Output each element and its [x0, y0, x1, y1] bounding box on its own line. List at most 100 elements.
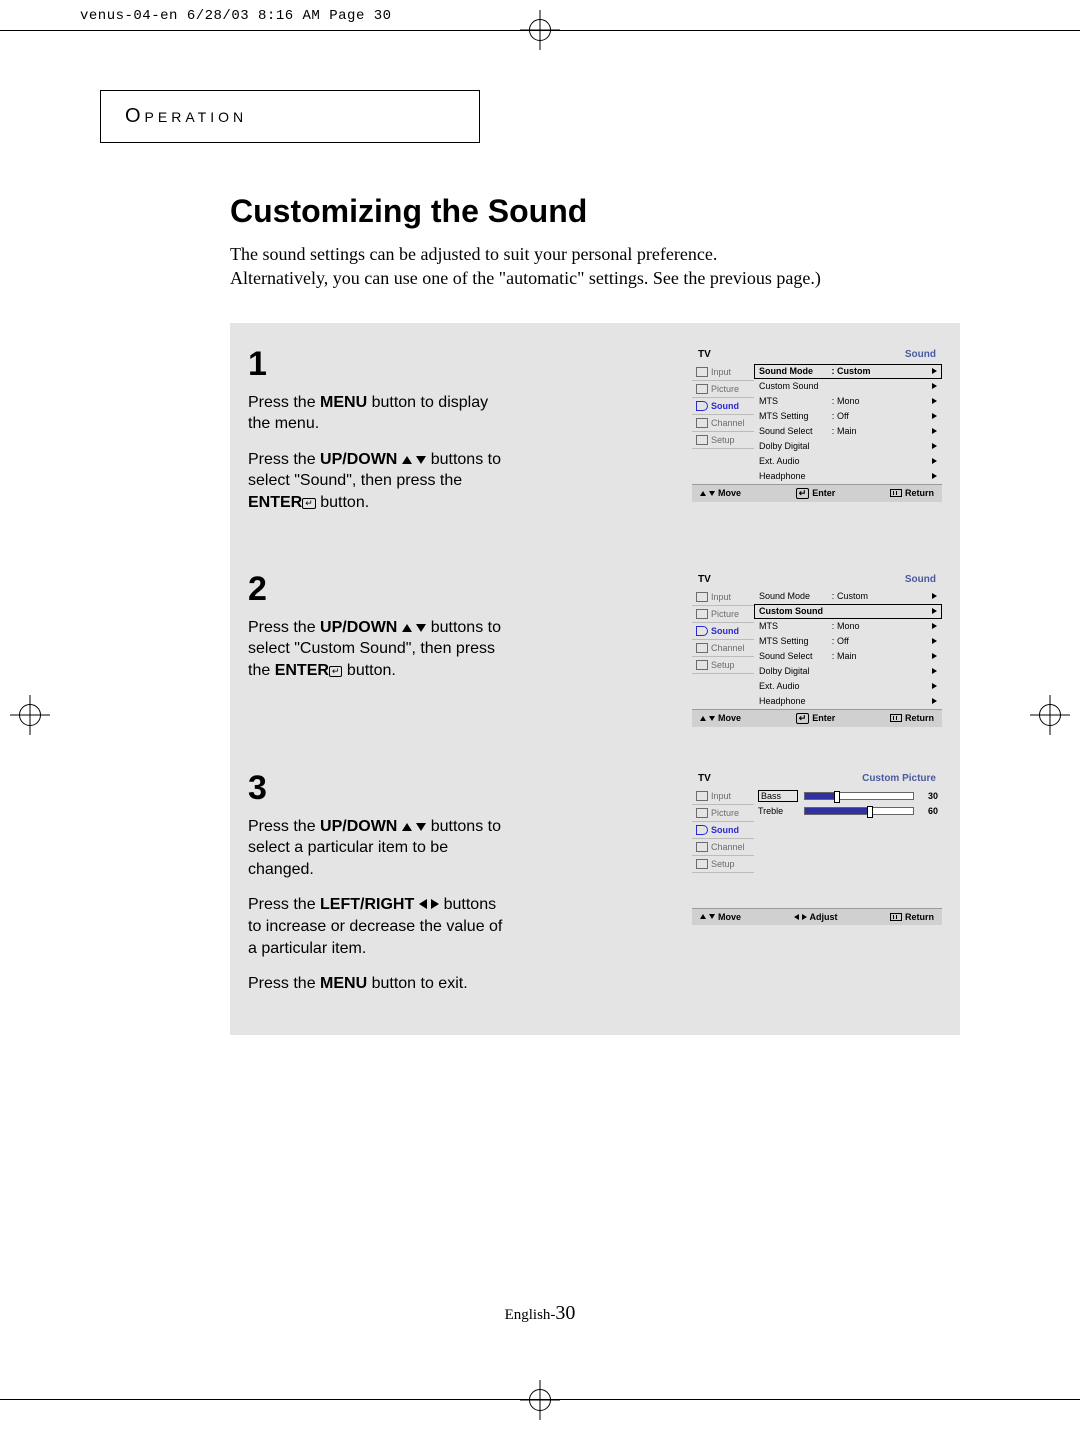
- right-triangle-icon: [932, 638, 937, 644]
- input-icon: [696, 791, 708, 801]
- osd-menu-row: Ext. Audio: [754, 454, 942, 469]
- step-number: 3: [248, 769, 508, 808]
- right-triangle-icon: [932, 383, 937, 389]
- osd-menu-row: Headphone: [754, 694, 942, 709]
- up-triangle-icon: [402, 624, 412, 632]
- return-icon: [890, 913, 902, 921]
- osd-side-item: Input: [692, 589, 754, 606]
- right-triangle-icon: [932, 368, 937, 374]
- up-triangle-icon: [402, 823, 412, 831]
- down-triangle-icon: [709, 914, 715, 919]
- registration-mark-right: [1030, 695, 1070, 735]
- right-triangle-icon: [932, 698, 937, 704]
- page-title: Customizing the Sound: [230, 193, 960, 230]
- osd-menu-row: Sound Select:Main: [754, 424, 942, 439]
- enter-icon: ↵: [302, 498, 316, 509]
- step-number: 1: [248, 345, 508, 384]
- osd-slider-row: Treble60: [754, 804, 942, 818]
- input-icon: [696, 592, 708, 602]
- osd-tv-label: TV: [698, 574, 711, 585]
- print-slug: venus-04-en 6/28/03 8:16 AM Page 30: [80, 8, 392, 24]
- return-icon: [890, 489, 902, 497]
- osd-menu-row: MTS Setting:Off: [754, 634, 942, 649]
- osd-side-item: Input: [692, 364, 754, 381]
- section-box: Operation: [100, 90, 480, 143]
- enter-icon: ↵: [329, 666, 343, 677]
- right-triangle-icon: [802, 914, 807, 920]
- step-instructions: Press the UP/DOWN buttons to select "Cus…: [248, 617, 508, 682]
- right-triangle-icon: [932, 428, 937, 434]
- page-footer: English-30: [60, 1302, 1020, 1325]
- step-number: 2: [248, 570, 508, 609]
- down-triangle-icon: [416, 624, 426, 632]
- osd-side-item: Input: [692, 788, 754, 805]
- osd-menu-row: MTS:Mono: [754, 619, 942, 634]
- down-triangle-icon: [709, 716, 715, 721]
- osd-side-item: Channel: [692, 839, 754, 856]
- registration-mark-top: [520, 10, 560, 50]
- right-triangle-icon: [932, 593, 937, 599]
- right-triangle-icon: [932, 413, 937, 419]
- sound-icon: [696, 825, 708, 835]
- left-triangle-icon: [794, 914, 799, 920]
- osd-menu-row: Sound Select:Main: [754, 649, 942, 664]
- osd-side-item: Setup: [692, 856, 754, 873]
- osd-menu-row: Custom Sound: [754, 604, 942, 619]
- page-frame: Operation Customizing the Sound The soun…: [60, 60, 1020, 1370]
- osd-tv-label: TV: [698, 773, 711, 784]
- osd-menu-row: Sound Mode:Custom: [754, 364, 942, 379]
- osd-side-item: Channel: [692, 415, 754, 432]
- slider-knob: [834, 791, 840, 803]
- setup-icon: [696, 660, 708, 670]
- picture-icon: [696, 609, 708, 619]
- osd-menu-row: MTS:Mono: [754, 394, 942, 409]
- channel-icon: [696, 643, 708, 653]
- osd-menu-row: Sound Mode:Custom: [754, 589, 942, 604]
- picture-icon: [696, 808, 708, 818]
- input-icon: [696, 367, 708, 377]
- up-triangle-icon: [700, 914, 706, 919]
- osd-menu-row: Dolby Digital: [754, 664, 942, 679]
- osd-side-item: Sound: [692, 398, 754, 415]
- up-triangle-icon: [402, 456, 412, 464]
- enter-icon: ↵: [796, 713, 810, 724]
- sound-icon: [696, 626, 708, 636]
- osd-side-item: Setup: [692, 432, 754, 449]
- osd-side-item: Picture: [692, 381, 754, 398]
- right-triangle-icon: [932, 458, 937, 464]
- slider-track: [804, 807, 914, 815]
- down-triangle-icon: [416, 456, 426, 464]
- enter-icon: ↵: [796, 488, 810, 499]
- osd-title: Sound: [905, 349, 936, 360]
- step-instructions: Press the UP/DOWN buttons to select a pa…: [248, 816, 508, 995]
- osd-title: Custom Picture: [862, 773, 936, 784]
- channel-icon: [696, 842, 708, 852]
- right-triangle-icon: [932, 398, 937, 404]
- left-triangle-icon: [419, 899, 427, 909]
- step-2: 2 Press the UP/DOWN buttons to select "C…: [248, 570, 942, 727]
- osd-side-item: Channel: [692, 640, 754, 657]
- osd-side-item: Picture: [692, 606, 754, 623]
- right-triangle-icon: [932, 668, 937, 674]
- step-1: 1 Press the MENU button to display the m…: [248, 345, 942, 528]
- osd-screenshot-2: TVSoundInputPictureSoundChannelSetupSoun…: [692, 570, 942, 727]
- picture-icon: [696, 384, 708, 394]
- right-triangle-icon: [932, 653, 937, 659]
- step-instructions: Press the MENU button to display the men…: [248, 392, 508, 514]
- osd-menu-row: Headphone: [754, 469, 942, 484]
- right-triangle-icon: [932, 443, 937, 449]
- return-icon: [890, 714, 902, 722]
- channel-icon: [696, 418, 708, 428]
- step-3: 3 Press the UP/DOWN buttons to select a …: [248, 769, 942, 1009]
- osd-side-item: Setup: [692, 657, 754, 674]
- section-title: Operation: [125, 105, 247, 127]
- osd-menu-row: Ext. Audio: [754, 679, 942, 694]
- right-triangle-icon: [431, 899, 439, 909]
- osd-screenshot-3: TVCustom PictureInputPictureSoundChannel…: [692, 769, 942, 925]
- setup-icon: [696, 859, 708, 869]
- osd-title: Sound: [905, 574, 936, 585]
- setup-icon: [696, 435, 708, 445]
- registration-mark-left: [10, 695, 50, 735]
- right-triangle-icon: [932, 683, 937, 689]
- osd-screenshot-1: TVSoundInputPictureSoundChannelSetupSoun…: [692, 345, 942, 502]
